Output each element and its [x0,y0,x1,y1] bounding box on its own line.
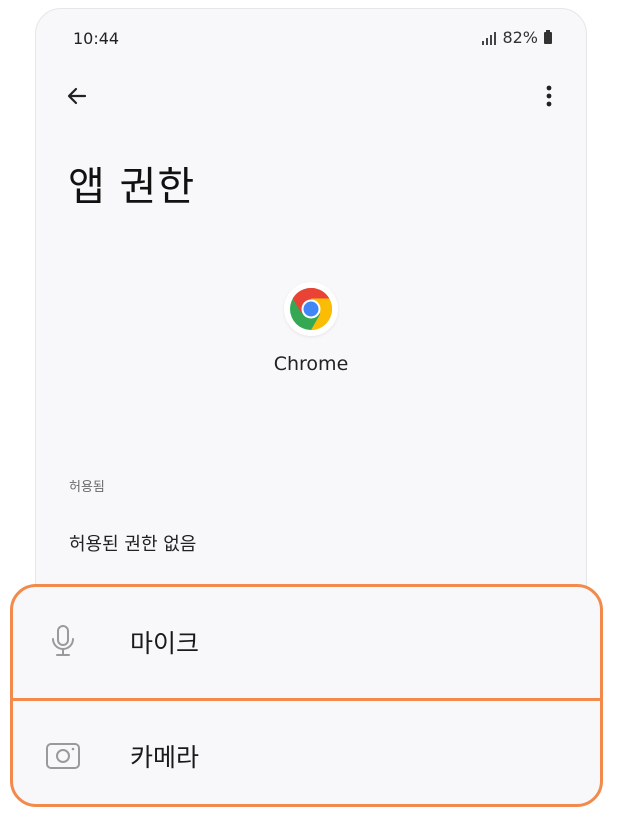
microphone-icon [43,622,83,662]
battery-icon [544,29,552,44]
permission-item-microphone[interactable]: 마이크 [13,587,600,697]
section-header-allowed: 허용됨 [69,480,105,495]
battery-level: 82% [502,28,538,47]
status-time: 10:44 [73,29,120,48]
camera-icon [43,736,83,776]
status-bar: 10:44 82% [36,9,586,65]
phone-screen: 10:44 82% 앱 권한 Chrome 허용됨 허용된 권한 없음 [35,8,587,610]
app-name: Chrome [273,353,349,375]
chrome-logo-icon [290,288,333,330]
app-icon [284,282,338,336]
no-permissions-text: 허용된 권한 없음 [69,534,197,555]
permission-item-camera[interactable]: 카메라 [13,701,600,804]
page-title: 앱 권한 [68,164,196,210]
permission-label-microphone: 마이크 [130,629,200,658]
back-button[interactable] [60,79,94,113]
signal-icon [482,31,497,45]
arrow-left-icon [67,87,87,105]
status-indicators: 82% [482,28,552,47]
permission-list-highlight: 마이크 카메라 [10,584,603,807]
more-options-button[interactable] [534,79,564,113]
more-vertical-icon [546,85,552,107]
permission-label-camera: 카메라 [130,743,200,772]
